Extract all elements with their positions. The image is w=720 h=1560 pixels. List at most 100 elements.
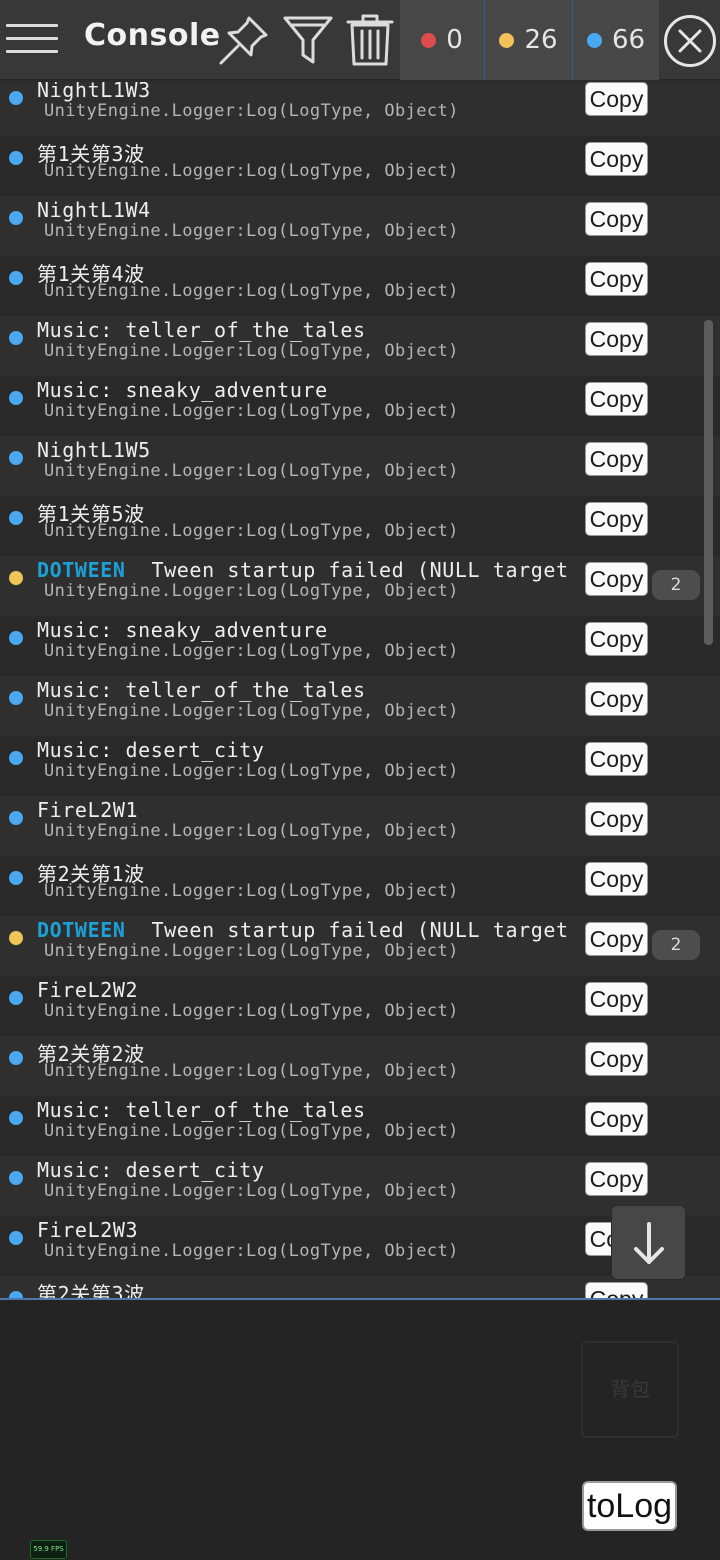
info-level-icon	[9, 271, 23, 285]
menu-icon[interactable]	[6, 20, 58, 60]
trash-icon[interactable]	[342, 12, 398, 68]
info-level-icon	[9, 211, 23, 225]
info-level-icon	[9, 511, 23, 525]
log-row[interactable]: Music: teller_of_the_tales UnityEngine.Lo…	[0, 316, 720, 376]
copy-button[interactable]: Copy	[585, 982, 648, 1016]
info-level-icon	[9, 1291, 23, 1298]
copy-button[interactable]: Copy	[585, 202, 648, 236]
copy-button[interactable]: Copy	[585, 262, 648, 296]
copy-button[interactable]: Copy	[585, 562, 648, 596]
copy-button[interactable]: Copy	[585, 82, 648, 116]
copy-button[interactable]: Copy	[585, 922, 648, 956]
copy-button[interactable]: Copy	[585, 622, 648, 656]
log-stack-trace: UnityEngine.Logger:Log(LogType, Object)	[44, 281, 459, 301]
log-row[interactable]: NightL1W5 UnityEngine.Logger:Log(LogType,…	[0, 436, 720, 496]
log-row[interactable]: 第2关第1波 UnityEngine.Logger:Log(LogType, Ob…	[0, 856, 720, 916]
log-list[interactable]: NightL1W3 UnityEngine.Logger:Log(LogType,…	[0, 82, 720, 1298]
info-level-icon	[9, 1111, 23, 1125]
log-stack-trace: UnityEngine.Logger:Log(LogType, Object)	[44, 581, 459, 601]
info-level-icon	[9, 1051, 23, 1065]
log-row[interactable]: 第1关第4波 UnityEngine.Logger:Log(LogType, Ob…	[0, 256, 720, 316]
log-stack-trace: UnityEngine.Logger:Log(LogType, Object)	[44, 1181, 459, 1201]
log-row[interactable]: NightL1W4 UnityEngine.Logger:Log(LogType,…	[0, 196, 720, 256]
log-row[interactable]: DOTWEEN Tween startup failed (NULL target…	[0, 916, 720, 976]
info-level-icon	[9, 811, 23, 825]
log-message: Music: desert_city	[37, 1158, 265, 1182]
log-message-text: FireL2W1	[37, 798, 139, 822]
log-stack-trace: UnityEngine.Logger:Log(LogType, Object)	[44, 641, 459, 661]
log-message-text: 第2关第3波	[37, 1282, 145, 1298]
console-title: Console	[84, 18, 221, 53]
log-tag: DOTWEEN	[37, 918, 126, 942]
info-level-icon	[9, 631, 23, 645]
scroll-to-bottom-button[interactable]	[611, 1205, 686, 1280]
log-row[interactable]: FireL2W2 UnityEngine.Logger:Log(LogType, …	[0, 976, 720, 1036]
tolog-button[interactable]: toLog	[582, 1481, 677, 1531]
log-stack-trace: UnityEngine.Logger:Log(LogType, Object)	[44, 1121, 459, 1141]
copy-button[interactable]: Copy	[585, 1042, 648, 1076]
log-message-text: Tween startup failed (NULL target	[151, 918, 569, 942]
log-scrollbar[interactable]	[704, 320, 713, 645]
log-message-text: NightL1W3	[37, 82, 151, 102]
log-stack-trace: UnityEngine.Logger:Log(LogType, Object)	[44, 701, 459, 721]
log-message-text: Music: teller_of_the_tales	[37, 318, 366, 342]
error-count-toggle[interactable]: 0	[400, 0, 484, 80]
log-tag: DOTWEEN	[37, 558, 126, 582]
log-message-text: Music: sneaky_adventure	[37, 378, 328, 402]
log-stack-trace: UnityEngine.Logger:Log(LogType, Object)	[44, 1061, 459, 1081]
copy-button[interactable]: Copy	[585, 322, 648, 356]
log-row[interactable]: 第2关第2波 UnityEngine.Logger:Log(LogType, Ob…	[0, 1036, 720, 1096]
log-count-toggle[interactable]: 66	[573, 0, 659, 80]
pin-icon[interactable]	[216, 12, 272, 68]
copy-button[interactable]: Copy	[585, 682, 648, 716]
log-message: Music: sneaky_adventure	[37, 378, 328, 402]
log-row[interactable]: Music: teller_of_the_tales UnityEngine.Lo…	[0, 676, 720, 736]
log-message: DOTWEEN Tween startup failed (NULL target	[37, 918, 569, 942]
log-message-text: NightL1W4	[37, 198, 151, 222]
log-stack-trace: UnityEngine.Logger:Log(LogType, Object)	[44, 101, 459, 121]
log-row[interactable]: 第1关第3波 UnityEngine.Logger:Log(LogType, Ob…	[0, 136, 720, 196]
warning-level-icon	[9, 931, 23, 945]
log-row[interactable]: Music: desert_city UnityEngine.Logger:Log…	[0, 736, 720, 796]
copy-button[interactable]: Copy	[585, 1162, 648, 1196]
log-message-text: Music: teller_of_the_tales	[37, 1098, 366, 1122]
log-row[interactable]: NightL1W3 UnityEngine.Logger:Log(LogType,…	[0, 82, 720, 136]
copy-button[interactable]: Copy	[585, 1282, 648, 1298]
copy-button[interactable]: Copy	[585, 142, 648, 176]
log-message: Music: desert_city	[37, 738, 265, 762]
info-level-icon	[9, 751, 23, 765]
info-level-icon	[9, 151, 23, 165]
log-message: Music: teller_of_the_tales	[37, 1098, 366, 1122]
copy-button[interactable]: Copy	[585, 1102, 648, 1136]
copy-button[interactable]: Copy	[585, 802, 648, 836]
copy-button[interactable]: Copy	[585, 382, 648, 416]
log-stack-trace: UnityEngine.Logger:Log(LogType, Object)	[44, 341, 459, 361]
log-row[interactable]: FireL2W1 UnityEngine.Logger:Log(LogType, …	[0, 796, 720, 856]
log-message-text: Music: sneaky_adventure	[37, 618, 328, 642]
log-message: NightL1W3	[37, 82, 151, 102]
copy-button[interactable]: Copy	[585, 502, 648, 536]
info-level-icon	[9, 871, 23, 885]
close-button[interactable]	[664, 15, 716, 67]
log-row[interactable]: Music: teller_of_the_tales UnityEngine.Lo…	[0, 1096, 720, 1156]
log-message: Music: teller_of_the_tales	[37, 318, 366, 342]
log-message-text: Tween startup failed (NULL target	[151, 558, 569, 582]
copy-button[interactable]: Copy	[585, 862, 648, 896]
log-message: FireL2W2	[37, 978, 138, 1002]
log-row[interactable]: DOTWEEN Tween startup failed (NULL target…	[0, 556, 720, 616]
log-stack-trace: UnityEngine.Logger:Log(LogType, Object)	[44, 1001, 459, 1021]
copy-button[interactable]: Copy	[585, 442, 648, 476]
log-row[interactable]: 第1关第5波 UnityEngine.Logger:Log(LogType, Ob…	[0, 496, 720, 556]
log-stack-trace: UnityEngine.Logger:Log(LogType, Object)	[44, 941, 459, 961]
filter-icon[interactable]	[280, 12, 336, 68]
log-stack-trace: UnityEngine.Logger:Log(LogType, Object)	[44, 761, 459, 781]
error-dot-icon	[421, 32, 437, 48]
fps-counter: 59.9 FPS	[30, 1540, 67, 1559]
copy-button[interactable]: Copy	[585, 742, 648, 776]
log-row[interactable]: Music: sneaky_adventure UnityEngine.Logge…	[0, 376, 720, 436]
warning-count-toggle[interactable]: 26	[485, 0, 572, 80]
log-message: Music: sneaky_adventure	[37, 618, 328, 642]
log-row[interactable]: Music: sneaky_adventure UnityEngine.Logge…	[0, 616, 720, 676]
info-level-icon	[9, 331, 23, 345]
info-dot-icon	[586, 32, 602, 48]
